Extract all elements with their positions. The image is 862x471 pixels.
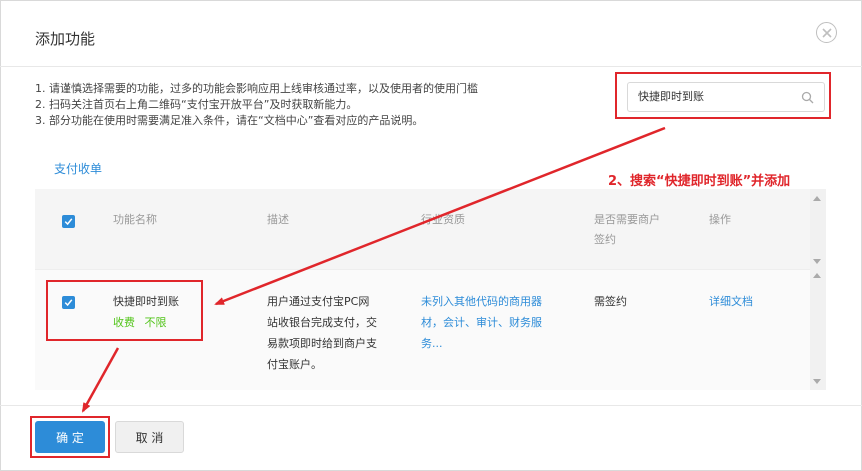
instruction-line: 1. 请谨慎选择需要的功能，过多的功能会影响应用上线审核通过率，以及使用者的使用… bbox=[35, 82, 478, 95]
feature-description: 用户通过支付宝PC网 站收银台完成支付，交 易款项即时给到商户支 付宝账户。 bbox=[267, 291, 377, 375]
confirm-button[interactable]: 确 定 bbox=[35, 421, 105, 453]
instruction-line: 3. 部分功能在使用时需要满足准入条件，请在“文档中心”查看对应的产品说明。 bbox=[35, 114, 424, 127]
scroll-down-icon[interactable] bbox=[813, 379, 821, 384]
column-header-action: 操作 bbox=[709, 213, 731, 226]
qualification-link[interactable]: 未列入其他代码的商用器 材，会计、审计、财务服 务... bbox=[421, 291, 542, 354]
instructions: 1. 请谨慎选择需要的功能，过多的功能会影响应用上线审核通过率，以及使用者的使用… bbox=[35, 81, 478, 129]
row-highlight-box bbox=[46, 280, 203, 341]
select-all-checkbox[interactable] bbox=[62, 215, 75, 228]
description-line: 站收银台完成支付，交 bbox=[267, 316, 377, 329]
column-header-description: 描述 bbox=[267, 213, 289, 226]
close-icon bbox=[821, 27, 832, 38]
dialog-title: 添加功能 bbox=[35, 30, 96, 48]
search-box[interactable] bbox=[627, 82, 825, 112]
scroll-up-icon[interactable] bbox=[813, 196, 821, 201]
check-icon bbox=[64, 218, 73, 226]
column-header-contract-line: 是否需要商户 bbox=[594, 213, 660, 226]
qualification-line: 材，会计、审计、财务服 bbox=[421, 316, 542, 329]
footer-divider bbox=[0, 405, 862, 406]
column-header-qualification: 行业资质 bbox=[421, 213, 465, 226]
qualification-line: 未列入其他代码的商用器 bbox=[421, 295, 542, 308]
scroll-down-icon[interactable] bbox=[813, 259, 821, 264]
column-header-name: 功能名称 bbox=[113, 213, 157, 226]
cancel-button[interactable]: 取 消 bbox=[115, 421, 184, 453]
close-button[interactable] bbox=[816, 22, 837, 43]
category-tab-payment[interactable]: 支付收单 bbox=[54, 160, 102, 177]
instruction-line: 2. 扫码关注首页右上角二维码“支付宝开放平台”及时获取新能力。 bbox=[35, 98, 358, 111]
column-header-contract: 是否需要商户 签约 bbox=[594, 210, 660, 250]
search-input[interactable] bbox=[638, 89, 788, 102]
description-line: 用户通过支付宝PC网 bbox=[267, 295, 370, 308]
scroll-up-icon[interactable] bbox=[813, 273, 821, 278]
qualification-line: 务... bbox=[421, 337, 443, 350]
description-line: 易款项即时给到商户支 bbox=[267, 337, 377, 350]
table-scrollbar[interactable] bbox=[810, 189, 826, 390]
search-icon[interactable] bbox=[801, 91, 814, 104]
row-divider bbox=[35, 269, 810, 270]
description-line: 付宝账户。 bbox=[267, 358, 322, 371]
header-divider bbox=[0, 66, 862, 67]
annotation-search-instruction: 2、搜索“快捷即时到账”并添加 bbox=[608, 174, 791, 189]
contract-status: 需签约 bbox=[594, 295, 627, 308]
detail-doc-link[interactable]: 详细文档 bbox=[709, 291, 753, 312]
column-header-contract-line: 签约 bbox=[594, 233, 616, 246]
